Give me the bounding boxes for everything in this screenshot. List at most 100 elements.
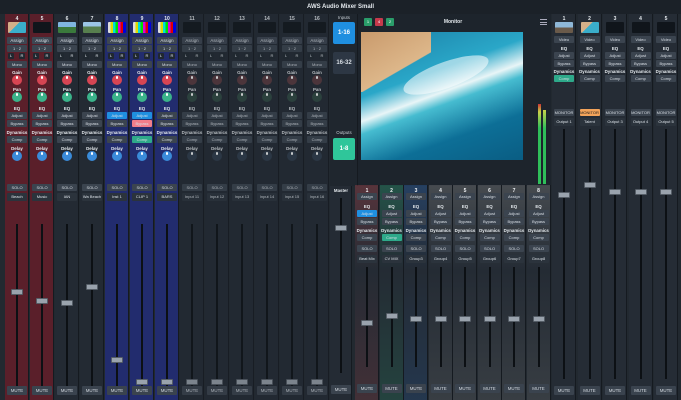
- mono-toggle[interactable]: Mono: [32, 61, 52, 68]
- routing-select[interactable]: 1 · 2: [32, 45, 52, 52]
- mute-button[interactable]: MUTE: [232, 386, 252, 395]
- mix-comp-button[interactable]: Comp: [381, 234, 402, 241]
- mix-mute-button[interactable]: MUTE: [381, 384, 402, 393]
- solo-button[interactable]: SOLO: [32, 184, 52, 191]
- eq-bypass-button[interactable]: Bypass: [7, 120, 27, 127]
- outputs-1-8-button[interactable]: 1-8: [333, 138, 355, 160]
- solo-button[interactable]: SOLO: [7, 184, 27, 191]
- gain-knob[interactable]: [162, 75, 172, 85]
- mix-mute-button[interactable]: MUTE: [479, 384, 500, 393]
- delay-knob[interactable]: [237, 151, 247, 161]
- output-eq-adjust-button[interactable]: Adjust: [605, 52, 625, 59]
- output-comp-button[interactable]: Comp: [656, 75, 676, 82]
- channel-fader[interactable]: [186, 379, 198, 385]
- left-toggle[interactable]: L: [8, 53, 14, 59]
- dynamics-comp-button[interactable]: Comp: [257, 136, 277, 143]
- mix-assign-button[interactable]: Assign: [455, 193, 475, 200]
- eq-bypass-button[interactable]: Bypass: [32, 120, 52, 127]
- mix-assign-button[interactable]: Assign: [357, 193, 377, 200]
- right-toggle[interactable]: R: [69, 53, 75, 59]
- output-fader[interactable]: [660, 189, 672, 195]
- mix-comp-button[interactable]: Comp: [406, 234, 426, 241]
- mono-toggle[interactable]: Mono: [307, 61, 327, 68]
- left-toggle[interactable]: L: [58, 53, 64, 59]
- delay-knob[interactable]: [187, 151, 197, 161]
- mix-eq-adjust-button[interactable]: Adjust: [357, 210, 377, 217]
- mono-toggle[interactable]: Mono: [182, 61, 202, 68]
- right-toggle[interactable]: R: [169, 53, 175, 59]
- mix-eq-adjust-button[interactable]: Adjust: [381, 210, 402, 217]
- solo-button[interactable]: SOLO: [282, 184, 302, 191]
- assign-button[interactable]: Assign: [82, 37, 102, 44]
- assign-button[interactable]: Assign: [307, 37, 327, 44]
- channel-fader[interactable]: [236, 379, 248, 385]
- output-fader[interactable]: [558, 191, 570, 198]
- left-toggle[interactable]: L: [283, 53, 289, 59]
- routing-select[interactable]: 1 · 2: [7, 45, 27, 52]
- mix-eq-bypass-button[interactable]: Bypass: [455, 218, 475, 225]
- video-assign-button[interactable]: Video: [656, 36, 676, 43]
- output-comp-button[interactable]: Comp: [630, 75, 651, 82]
- mix-comp-button[interactable]: Comp: [455, 234, 475, 241]
- dynamics-comp-button[interactable]: Comp: [7, 136, 27, 143]
- routing-select[interactable]: 1 · 2: [157, 45, 177, 52]
- left-toggle[interactable]: L: [208, 53, 214, 59]
- right-toggle[interactable]: R: [194, 53, 200, 59]
- mix-eq-bypass-button[interactable]: Bypass: [381, 218, 402, 225]
- monitor-button[interactable]: MONITOR: [579, 109, 600, 116]
- right-toggle[interactable]: R: [269, 53, 275, 59]
- channel-fader[interactable]: [286, 379, 298, 385]
- mono-toggle[interactable]: Mono: [7, 61, 27, 68]
- routing-select[interactable]: 1 · 2: [307, 45, 327, 52]
- output-fader[interactable]: [583, 181, 596, 188]
- output-eq-adjust-button[interactable]: Adjust: [579, 52, 600, 59]
- monitor-button[interactable]: MONITOR: [554, 109, 574, 116]
- channel-fader[interactable]: [161, 379, 173, 385]
- output-mute-button[interactable]: MUTE: [630, 386, 651, 395]
- channel-fader[interactable]: [11, 289, 23, 296]
- output-eq-bypass-button[interactable]: Bypass: [554, 60, 574, 67]
- assign-button[interactable]: Assign: [57, 37, 77, 44]
- right-toggle[interactable]: R: [94, 53, 100, 59]
- delay-knob[interactable]: [12, 151, 22, 161]
- menu-icon[interactable]: [540, 19, 547, 25]
- mono-toggle[interactable]: Mono: [257, 61, 277, 68]
- solo-button[interactable]: SOLO: [232, 184, 252, 191]
- dynamics-comp-button[interactable]: Comp: [57, 136, 77, 143]
- mix-eq-bypass-button[interactable]: Bypass: [406, 218, 426, 225]
- mix-mute-button[interactable]: MUTE: [430, 384, 451, 393]
- pan-knob[interactable]: [187, 92, 197, 102]
- eq-adjust-button[interactable]: Adjust: [207, 112, 227, 119]
- dynamics-comp-button[interactable]: Comp: [157, 136, 177, 143]
- left-toggle[interactable]: L: [258, 53, 264, 59]
- mix-eq-adjust-button[interactable]: Adjust: [479, 210, 500, 217]
- mix-fader[interactable]: [532, 316, 545, 322]
- mix-eq-bypass-button[interactable]: Bypass: [357, 218, 377, 225]
- delay-knob[interactable]: [137, 151, 147, 161]
- eq-adjust-button[interactable]: Adjust: [7, 112, 27, 119]
- mix-fader[interactable]: [508, 316, 520, 322]
- mix-comp-button[interactable]: Comp: [479, 234, 500, 241]
- delay-knob[interactable]: [287, 151, 297, 161]
- left-toggle[interactable]: L: [108, 53, 114, 59]
- mix-eq-adjust-button[interactable]: Adjust: [406, 210, 426, 217]
- mix-eq-adjust-button[interactable]: Adjust: [528, 210, 549, 217]
- mix-solo-button[interactable]: SOLO: [528, 245, 549, 252]
- mono-toggle[interactable]: Mono: [207, 61, 227, 68]
- assign-button[interactable]: Assign: [157, 37, 177, 44]
- right-toggle[interactable]: R: [294, 53, 300, 59]
- solo-button[interactable]: SOLO: [157, 184, 177, 191]
- pan-knob[interactable]: [287, 92, 297, 102]
- eq-adjust-button[interactable]: Adjust: [57, 112, 77, 119]
- eq-adjust-button[interactable]: Adjust: [232, 112, 252, 119]
- gain-knob[interactable]: [12, 75, 22, 85]
- mix-assign-button[interactable]: Assign: [528, 193, 549, 200]
- mix-assign-button[interactable]: Assign: [430, 193, 451, 200]
- assign-button[interactable]: Assign: [132, 37, 152, 44]
- left-toggle[interactable]: L: [183, 53, 189, 59]
- dynamics-comp-button[interactable]: Comp: [182, 136, 202, 143]
- channel-fader[interactable]: [211, 379, 223, 385]
- mute-button[interactable]: MUTE: [57, 386, 77, 395]
- pan-knob[interactable]: [87, 92, 97, 102]
- pan-knob[interactable]: [237, 92, 247, 102]
